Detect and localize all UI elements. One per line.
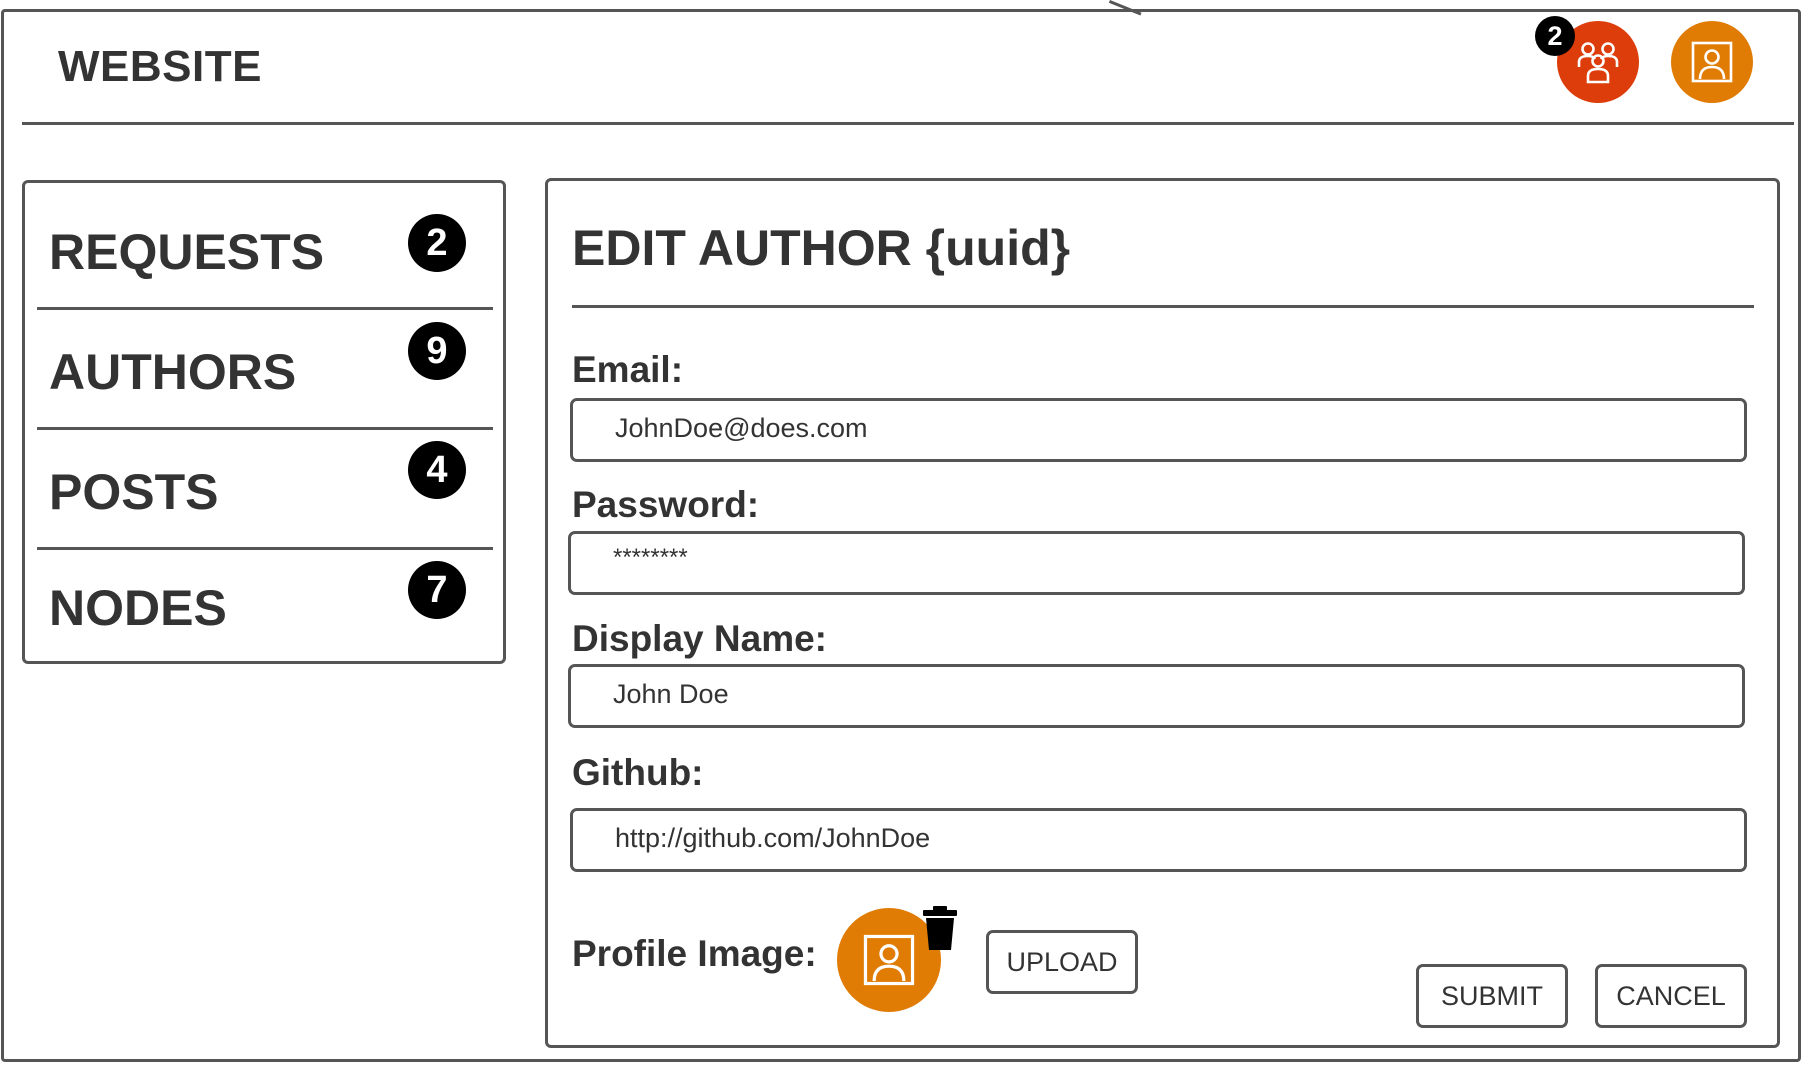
sidebar-item-label: POSTS	[49, 464, 219, 520]
display-name-field[interactable]: John Doe	[568, 664, 1745, 728]
github-field[interactable]: http://github.com/JohnDoe	[570, 808, 1747, 872]
sidebar-item-nodes[interactable]: NODES 7	[25, 547, 503, 665]
requests-count-badge: 2	[408, 214, 466, 272]
email-label: Email:	[572, 349, 684, 390]
header-divider	[22, 122, 1794, 125]
profile-icon	[863, 934, 915, 986]
upload-button[interactable]: UPLOAD	[986, 930, 1138, 994]
profile-button[interactable]	[1671, 21, 1753, 103]
display-name-label: Display Name:	[572, 618, 827, 659]
trash-icon[interactable]	[921, 906, 959, 950]
sidebar-item-posts[interactable]: POSTS 4	[25, 427, 503, 545]
friend-requests-badge: 2	[1535, 16, 1575, 56]
edit-author-panel: EDIT AUTHOR {uuid} Email: JohnDoe@does.c…	[545, 178, 1780, 1048]
sidebar: REQUESTS 2 AUTHORS 9 POSTS 4 NODES 7	[22, 180, 506, 664]
password-value: ********	[613, 544, 688, 571]
title-divider	[572, 305, 1754, 308]
sidebar-item-label: NODES	[49, 580, 227, 636]
display-name-value: John Doe	[613, 679, 729, 709]
password-field[interactable]: ********	[568, 531, 1745, 595]
github-value: http://github.com/JohnDoe	[615, 823, 931, 853]
email-value: JohnDoe@does.com	[615, 413, 868, 443]
sidebar-item-authors[interactable]: AUTHORS 9	[25, 307, 503, 425]
sidebar-item-requests[interactable]: REQUESTS 2	[25, 183, 503, 301]
github-label: Github:	[572, 752, 704, 793]
sidebar-item-label: AUTHORS	[49, 344, 297, 400]
page-title: EDIT AUTHOR {uuid}	[572, 220, 1071, 276]
sidebar-item-label: REQUESTS	[49, 224, 325, 280]
posts-count-badge: 4	[408, 441, 466, 499]
users-icon	[1577, 42, 1619, 84]
profile-image-label: Profile Image:	[572, 933, 817, 974]
nodes-count-badge: 7	[408, 561, 466, 619]
email-field[interactable]: JohnDoe@does.com	[570, 398, 1747, 462]
profile-icon	[1691, 41, 1733, 83]
password-label: Password:	[572, 484, 760, 525]
submit-button[interactable]: SUBMIT	[1416, 964, 1568, 1028]
site-title: WEBSITE	[58, 42, 262, 91]
cancel-button[interactable]: CANCEL	[1595, 964, 1747, 1028]
authors-count-badge: 9	[408, 322, 466, 380]
